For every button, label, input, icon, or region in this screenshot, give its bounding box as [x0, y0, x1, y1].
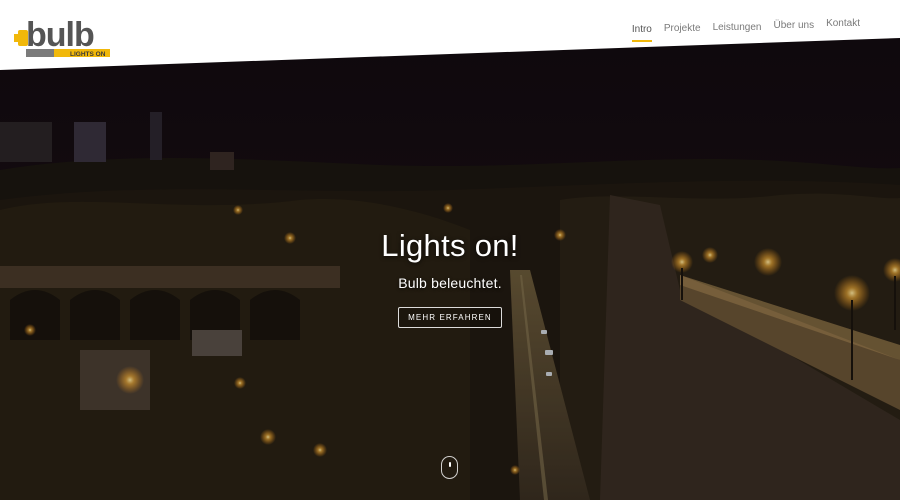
brand-logo[interactable]: LIGHTS ON bulb [14, 8, 112, 60]
nav-item-kontakt[interactable]: Kontakt [820, 18, 866, 35]
learn-more-button[interactable]: MEHR ERFAHREN [398, 307, 502, 328]
nav-item-projekte[interactable]: Projekte [658, 23, 707, 35]
main-navigation: Intro Projekte Leistungen Über uns Konta… [626, 18, 866, 42]
nav-item-ueber-uns[interactable]: Über uns [768, 20, 821, 35]
scroll-dot [449, 462, 451, 467]
bulb-logo-icon: LIGHTS ON bulb [14, 16, 110, 58]
hero-subtitle: Bulb beleuchtet. [398, 275, 502, 291]
hero-content: Lights on! Bulb beleuchtet. MEHR ERFAHRE… [0, 228, 900, 328]
nav-item-leistungen[interactable]: Leistungen [707, 22, 768, 35]
header-background [0, 0, 900, 70]
hero-section: Lights on! Bulb beleuchtet. MEHR ERFAHRE… [0, 0, 900, 500]
nav-item-intro[interactable]: Intro [626, 24, 658, 42]
hero-title: Lights on! [381, 228, 519, 263]
mouse-scroll-icon[interactable] [441, 456, 458, 479]
logo-wordmark: bulb [26, 16, 94, 54]
